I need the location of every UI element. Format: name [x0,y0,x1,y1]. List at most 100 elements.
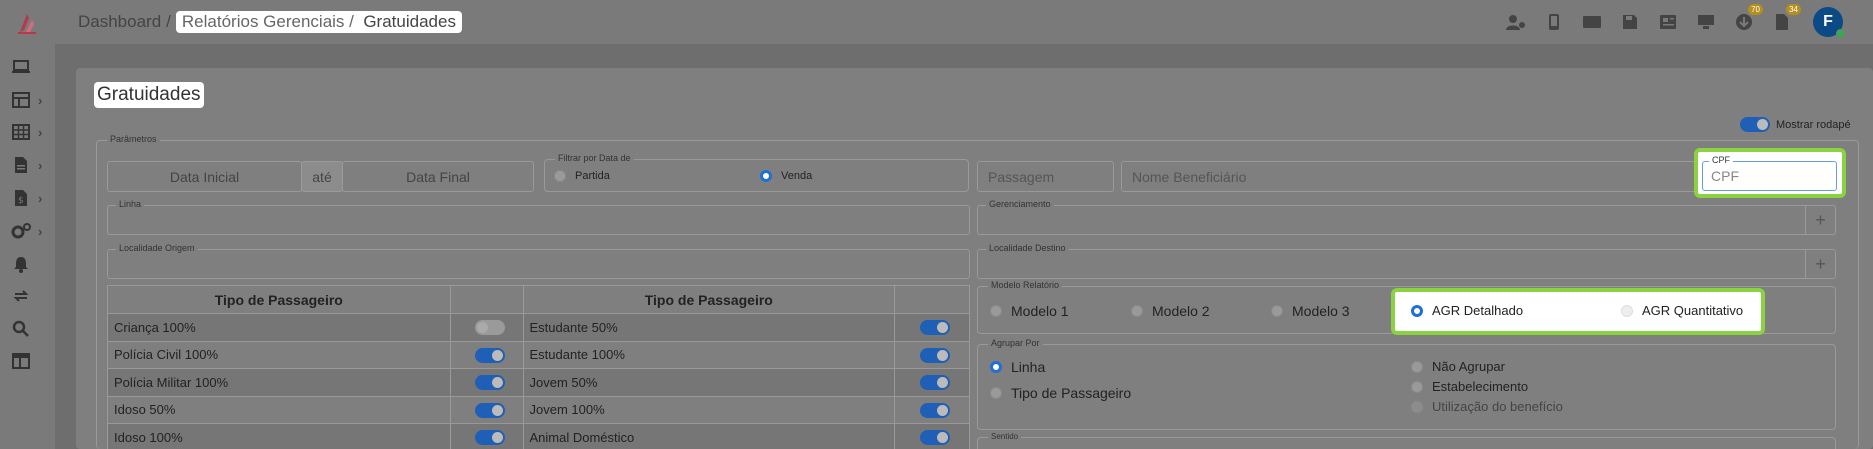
passenger-toggle-left[interactable] [474,430,505,446]
sidebar-item-window[interactable] [10,347,50,375]
data-final-input[interactable]: Data Final [342,161,534,192]
cpf-placeholder: CPF [1711,168,1739,184]
radio-agr-quantitativo-label: AGR Quantitativo [1642,303,1744,318]
reports-badge: 34 [1786,4,1801,15]
passenger-toggle-right[interactable] [920,375,951,391]
radio-agrupar-linha-circle[interactable] [990,361,1002,373]
mostrar-rodape-label: Mostrar rodapé [1776,118,1851,131]
radio-modelo-3-label: Modelo 3 [1292,303,1350,319]
mobile-icon[interactable] [1541,9,1567,35]
topbar: Dashboard / Relatórios Gerenciais / Grat… [55,0,1873,44]
localidade-destino-add-button[interactable]: + [1805,250,1835,278]
gerenciamento-select[interactable]: Gerenciamento + [977,199,1836,235]
passenger-toggle-right[interactable] [920,320,951,336]
passenger-type-right: Jovem 100% [522,395,896,424]
passagem-placeholder: Passagem [988,168,1055,185]
breadcrumb-home[interactable]: Dashboard [78,12,161,32]
radio-partida[interactable]: Partida [554,170,610,182]
passenger-type-right: Animal Doméstico [522,423,896,449]
sidebar-item-financial[interactable]: $ › [10,184,50,212]
sidebar-item-tables[interactable]: › [10,86,50,114]
toggle-cell-right [894,395,970,424]
passenger-toggle-left[interactable] [474,375,505,391]
radio-utilizacao[interactable]: Utilização do benefício [1411,399,1563,414]
nome-beneficiario-input[interactable]: Nome Beneficiário [1121,161,1703,192]
report-icon[interactable]: 34 [1769,4,1801,35]
agrupar-por-legend: Agrupar Por [988,338,1043,348]
download-icon[interactable]: 70 [1731,4,1763,35]
radio-nao-agrupar[interactable]: Não Agrupar [1411,359,1505,374]
breadcrumb-section[interactable]: Relatórios Gerenciais / [182,12,354,31]
mostrar-rodape-toggle[interactable]: Mostrar rodapé [1740,117,1851,132]
toggle-cell-left [449,368,524,397]
cpf-input[interactable]: CPF CPF [1702,155,1837,191]
sidebar-item-notifications[interactable] [10,250,50,278]
save-icon[interactable] [1617,9,1643,35]
app-logo[interactable] [12,8,42,38]
sidebar-item-grid[interactable]: › [10,118,50,146]
radio-agr-detalhado-circle[interactable] [1411,304,1423,317]
localidade-origem-label: Localidade Origem [116,243,198,253]
bell-icon [10,253,32,275]
localidade-origem-select[interactable]: Localidade Origem [107,243,970,279]
newspaper-icon[interactable] [1655,9,1681,35]
sidebar-item-documents[interactable]: › [10,151,50,179]
sidebar-item-sync[interactable] [10,282,50,310]
radio-venda-circle[interactable] [760,170,772,182]
localidade-destino-label: Localidade Destino [986,243,1069,253]
localidade-destino-select[interactable]: Localidade Destino + [977,243,1836,279]
column-header-right: Tipo de Passageiro [522,285,896,314]
linha-select[interactable]: Linha [107,199,970,235]
radio-partida-circle[interactable] [554,170,566,182]
radio-modelo-3[interactable]: Modelo 3 [1271,303,1350,319]
passenger-toggle-left[interactable] [474,320,505,336]
passenger-toggle-right[interactable] [920,430,951,446]
passenger-type-right: Jovem 50% [522,368,896,397]
radio-agr-quantitativo[interactable]: AGR Quantitativo [1621,303,1743,318]
column-header-left: Tipo de Passageiro [107,285,451,314]
passenger-type-left: Polícia Civil 100% [107,340,451,369]
monitor-icon[interactable] [1693,9,1719,35]
radio-modelo-2[interactable]: Modelo 2 [1131,303,1210,319]
gerenciamento-add-button[interactable]: + [1805,206,1835,234]
data-inicial-input[interactable]: Data Inicial [107,161,302,192]
radio-venda[interactable]: Venda [760,170,812,182]
toggle-cell-right [894,368,970,397]
radio-modelo-1[interactable]: Modelo 1 [990,303,1069,319]
radio-agr-detalhado[interactable]: AGR Detalhado [1411,303,1523,318]
sidebar-item-dashboard[interactable] [10,53,50,81]
sidebar-item-settings[interactable]: › [10,217,50,245]
passenger-type-table: Tipo de Passageiro Tipo de Passageiro Cr… [107,285,970,449]
sync-icon [10,285,32,307]
toggle-switch[interactable] [1740,117,1770,132]
radio-modelo-2-label: Modelo 2 [1152,303,1210,319]
passagem-input[interactable]: Passagem [977,161,1114,192]
radio-agrupar-linha[interactable]: Linha [990,359,1045,375]
radio-estabelecimento-circle[interactable] [1411,380,1423,393]
table-header-row: Tipo de Passageiro Tipo de Passageiro [107,285,970,314]
radio-modelo-3-circle[interactable] [1271,305,1283,317]
passenger-toggle-right[interactable] [920,402,951,418]
radio-agrupar-tipo[interactable]: Tipo de Passageiro [990,385,1131,401]
radio-agr-detalhado-label: AGR Detalhado [1432,303,1524,318]
passenger-type-right: Estudante 50% [522,313,896,342]
passenger-toggle-left[interactable] [474,402,505,418]
radio-modelo-2-circle[interactable] [1131,305,1143,317]
avatar[interactable]: F [1813,7,1845,38]
radio-agrupar-tipo-circle[interactable] [990,387,1002,399]
user-settings-icon[interactable] [1503,9,1529,35]
radio-modelo-1-circle[interactable] [990,305,1002,317]
radio-estabelecimento[interactable]: Estabelecimento [1411,379,1528,394]
radio-nao-agrupar-circle[interactable] [1411,360,1423,373]
table-icon [10,89,32,111]
sidebar-item-search[interactable] [10,315,50,343]
ticket-icon[interactable] [1579,9,1605,35]
passenger-toggle-right[interactable] [920,347,951,363]
radio-agr-quantitativo-circle[interactable] [1621,304,1633,317]
data-inicial-placeholder: Data Inicial [169,168,240,185]
ate-label: até [312,168,332,185]
radio-utilizacao-circle[interactable] [1411,400,1423,413]
passenger-toggle-left[interactable] [474,347,505,363]
parametros-legend: Parâmetros [107,134,160,144]
column-header-toggle-right [894,285,970,314]
